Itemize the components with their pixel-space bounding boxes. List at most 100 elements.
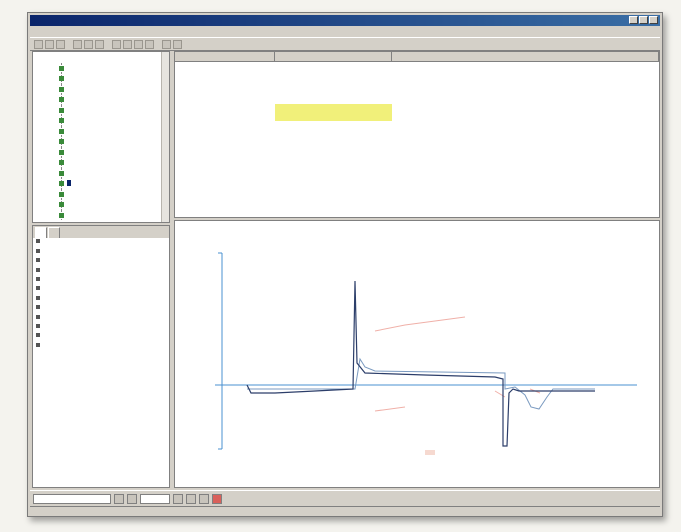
help-icon[interactable] [173,39,182,49]
property-icon [36,267,40,272]
refresh-icon[interactable] [199,493,209,504]
background-trace [374,406,406,412]
node-icon [59,118,64,123]
cut-icon[interactable] [73,39,82,49]
value-input[interactable] [140,493,170,504]
tree-item[interactable] [33,167,169,178]
column-header[interactable] [175,52,275,61]
tree-item[interactable] [33,125,169,136]
tree-item[interactable] [33,178,169,189]
table-row[interactable] [175,79,659,87]
property-row[interactable] [33,285,169,294]
table-row[interactable] [175,112,659,121]
app-window [27,12,663,517]
table-header [175,52,659,62]
tree-item[interactable] [33,199,169,210]
title-bar [30,15,660,26]
node-icon [59,128,64,134]
tree-item[interactable] [33,73,169,84]
zoom-in-icon[interactable] [112,39,121,49]
table-cell [175,87,275,95]
property-value [88,313,128,322]
node-icon [59,170,64,176]
new-icon[interactable] [34,39,43,49]
tree-item[interactable] [33,209,169,220]
property-icon [36,305,40,310]
print-icon[interactable] [162,39,171,49]
table-cell [275,62,393,70]
node-icon [59,160,64,165]
tree-item[interactable] [33,62,169,73]
tab-other[interactable] [48,227,60,238]
copy-icon[interactable] [84,39,93,49]
node-icon [59,181,64,186]
table-cell [175,96,275,104]
property-icon [36,239,40,244]
toolbar [30,37,660,51]
open-icon[interactable] [45,39,54,49]
table-cell [175,79,275,87]
property-icon [36,248,40,253]
tab-properties[interactable] [35,227,47,238]
property-row[interactable] [33,276,169,285]
table-row[interactable] [175,103,659,113]
property-row[interactable] [33,266,169,275]
property-icon [36,258,40,263]
property-row[interactable] [33,332,169,341]
stop-icon[interactable] [145,39,154,49]
table-row[interactable] [175,129,659,137]
table-row[interactable] [175,121,659,129]
property-icon [36,295,40,300]
column-header[interactable] [392,52,659,61]
table-cell [392,79,659,87]
table-cell [275,121,393,129]
previous-icon[interactable] [127,493,137,504]
tree-item[interactable] [33,115,169,126]
close-button[interactable] [649,16,658,24]
property-row[interactable] [33,257,169,266]
zoom-out-icon[interactable] [123,39,132,49]
tree-root[interactable] [33,52,169,63]
property-row[interactable] [33,304,169,313]
tree-item[interactable] [33,188,169,199]
tree-item[interactable] [33,146,169,157]
stop-record-icon[interactable] [212,493,222,504]
table-cell [274,103,393,113]
property-row[interactable] [33,323,169,332]
play-icon[interactable] [134,39,143,49]
next-icon[interactable] [173,493,183,504]
first-icon[interactable] [114,493,124,504]
table-row[interactable] [175,62,659,70]
table-cell [175,104,275,112]
node-icon [59,149,64,155]
tree-item[interactable] [33,83,169,94]
table-cell [275,129,393,137]
tree-item[interactable] [33,94,169,105]
table-cell [392,121,659,129]
property-key [36,247,88,256]
maximize-button[interactable] [639,16,648,24]
tree-item[interactable] [33,104,169,115]
property-row[interactable] [33,313,169,322]
table-row[interactable] [175,87,659,95]
save-icon[interactable] [56,39,65,49]
data-table [174,51,660,218]
property-row[interactable] [33,238,169,247]
column-header[interactable] [275,52,393,61]
tree-item[interactable] [33,136,169,147]
table-row[interactable] [175,96,659,104]
last-icon[interactable] [186,493,196,504]
table-cell [175,121,275,129]
property-key [36,266,88,275]
property-row[interactable] [33,247,169,256]
chart-canvas [215,252,637,455]
property-row[interactable] [33,294,169,303]
tree-scrollbar[interactable] [161,52,169,222]
minimize-button[interactable] [629,16,638,24]
paste-icon[interactable] [95,39,104,49]
status-field[interactable] [33,493,111,504]
property-icon [36,333,40,338]
tree-item[interactable] [33,157,169,168]
property-row[interactable] [33,341,169,350]
table-row[interactable] [175,70,659,78]
